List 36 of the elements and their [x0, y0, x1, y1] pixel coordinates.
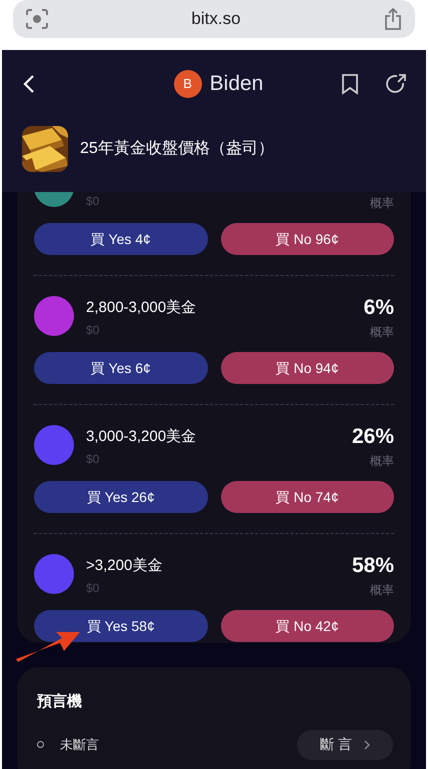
chevron-icon [364, 740, 370, 750]
probability-label: 概率 [370, 453, 394, 469]
option-amount: $0 [86, 193, 100, 209]
option-amount: $0 [86, 322, 100, 338]
option-percent: 26% [352, 425, 394, 449]
buy-no-button[interactable]: 買 No 74¢ [220, 481, 394, 513]
user-name: Biden [210, 71, 264, 98]
back-icon[interactable] [22, 74, 36, 94]
option-name: 2,800-3,000美金 [86, 298, 198, 318]
address-bar[interactable]: bitx.so [13, 0, 415, 38]
probability-label: 概率 [370, 324, 394, 340]
camera-scan-icon[interactable] [26, 9, 48, 29]
probability-label: 概率 [370, 582, 394, 598]
option-amount: $0 [86, 451, 100, 467]
bookmark-icon[interactable] [341, 73, 359, 95]
option-percent: 6% [364, 296, 394, 320]
assert-button[interactable]: 斷 言 [297, 730, 393, 760]
avatar: B [174, 70, 202, 98]
url-text: bitx.so [190, 8, 242, 30]
share-icon[interactable] [386, 74, 406, 94]
buy-yes-button[interactable]: 買 Yes 26¢ [34, 481, 208, 513]
option-name: >3,200美金 [86, 556, 164, 576]
pointer-arrow [16, 630, 82, 662]
buy-no-button[interactable]: 買 No 94¢ [220, 352, 394, 384]
buy-no-button[interactable]: 買 No 96¢ [220, 223, 394, 255]
event-title: 25年黃金收盤價格（盎司） [80, 138, 274, 159]
buy-no-button[interactable]: 買 No 42¢ [220, 610, 394, 642]
oracle-status: 未斷言 [60, 736, 99, 754]
buy-yes-button[interactable]: 買 Yes 4¢ [34, 223, 208, 255]
buy-yes-button[interactable]: 買 Yes 58¢ [34, 610, 208, 642]
option-amount: $0 [86, 580, 100, 596]
buy-yes-button[interactable]: 買 Yes 6¢ [34, 352, 208, 384]
probability-label: 概率 [370, 195, 394, 211]
option-percent: 58% [352, 554, 394, 578]
oracle-title: 預言機 [37, 692, 83, 712]
option-name: 3,000-3,200美金 [86, 427, 198, 447]
